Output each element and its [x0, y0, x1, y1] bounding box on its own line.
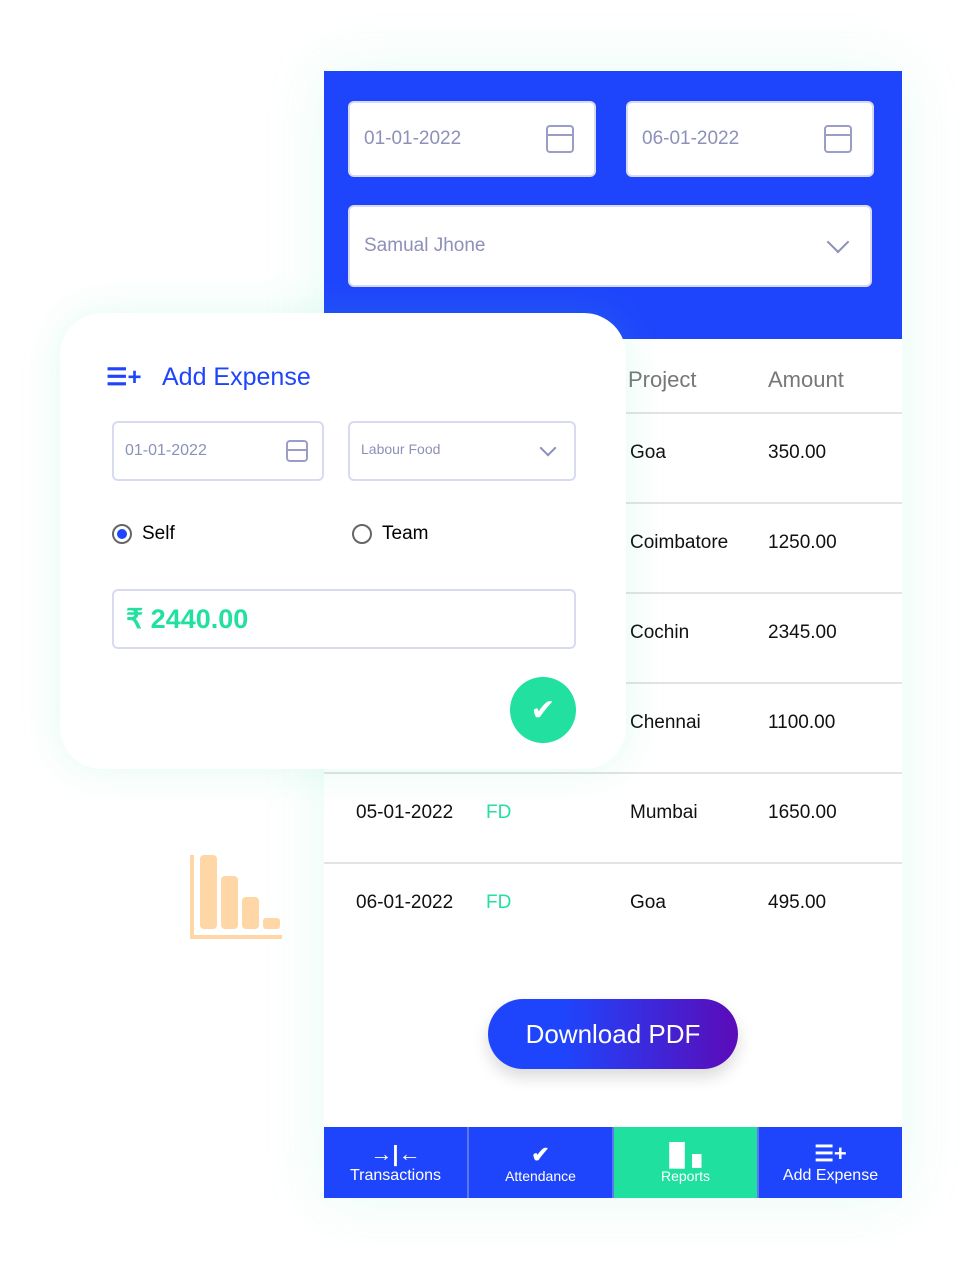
amount-input[interactable]: ₹ 2440.00	[112, 589, 576, 649]
nav-label: Attendance	[505, 1167, 576, 1184]
cell-amount: 1100.00	[768, 712, 836, 733]
cell-amount: 1250.00	[768, 532, 837, 553]
radio-label: Self	[142, 523, 175, 544]
nav-reports[interactable]: ▐▌▖ Reports	[614, 1127, 759, 1198]
expense-date-value: 01-01-2022	[125, 442, 207, 459]
cell-amount: 2345.00	[768, 622, 837, 643]
submit-check-button[interactable]: ✔	[510, 677, 576, 743]
cell-type: FD	[486, 802, 512, 823]
employee-value: Samual Jhone	[364, 235, 486, 256]
cell-date: 05-01-2022	[356, 802, 454, 823]
calendar-icon[interactable]	[286, 440, 308, 462]
cell-date: 06-01-2022	[356, 892, 454, 913]
cell-amount: 350.00	[768, 442, 827, 463]
expense-date-field[interactable]: 01-01-2022	[112, 421, 324, 481]
cell-amount: 495.00	[768, 892, 827, 913]
radio-button[interactable]	[112, 524, 132, 544]
add-expense-card: ☰+ Add Expense 01-01-2022 Labour Food Se…	[60, 313, 626, 769]
filter-header: 01-01-2022 06-01-2022 Samual Jhone	[324, 71, 902, 339]
category-value: Labour Food	[361, 441, 441, 457]
amount-value: ₹ 2440.00	[126, 603, 249, 634]
table-row[interactable]: 06-01-2022 FD Goa 495.00	[324, 862, 902, 952]
bottom-nav: →|← Transactions ✔ Attendance ▐▌▖ Reports ☰…	[324, 1127, 902, 1198]
cell-project: Chennai	[630, 712, 701, 733]
nav-label: Reports	[660, 1167, 711, 1184]
from-date-field[interactable]: 01-01-2022	[348, 101, 596, 177]
table-row[interactable]: 05-01-2022 FD Mumbai 1650.00	[324, 772, 902, 862]
check-icon: ✔	[531, 1141, 550, 1167]
radio-button[interactable]	[352, 524, 372, 544]
header-amount: Amount	[768, 367, 844, 392]
radio-team[interactable]: Team	[352, 523, 428, 545]
employee-select[interactable]: Samual Jhone	[348, 205, 872, 287]
card-title: ☰+ Add Expense	[106, 363, 311, 392]
add-expense-title: Add Expense	[162, 363, 311, 391]
add-list-icon: ☰+	[106, 364, 142, 391]
nav-transactions[interactable]: →|← Transactions	[324, 1127, 469, 1198]
nav-attendance[interactable]: ✔ Attendance	[469, 1127, 614, 1198]
bar-chart-icon: ▐▌▖	[661, 1141, 710, 1167]
to-date-value: 06-01-2022	[642, 128, 740, 149]
chevron-down-icon	[539, 439, 557, 457]
from-date-value: 01-01-2022	[364, 128, 462, 149]
category-select[interactable]: Labour Food	[348, 421, 576, 481]
cell-amount: 1650.00	[768, 802, 837, 823]
nav-label: Transactions	[350, 1166, 441, 1184]
cell-project: Goa	[630, 442, 666, 463]
radio-label: Team	[382, 523, 429, 544]
to-date-field[interactable]: 06-01-2022	[626, 101, 874, 177]
cell-project: Coimbatore	[630, 532, 729, 553]
transactions-icon: →|←	[370, 1140, 421, 1166]
chevron-down-icon	[826, 230, 850, 254]
nav-label: Add Expense	[782, 1166, 879, 1184]
radio-self[interactable]: Self	[112, 523, 175, 545]
bar-chart-decoration-icon	[190, 855, 282, 939]
calendar-icon[interactable]	[546, 125, 574, 153]
calendar-icon[interactable]	[824, 125, 852, 153]
cell-project: Goa	[630, 892, 666, 913]
cell-project: Cochin	[630, 622, 690, 643]
cell-project: Mumbai	[630, 802, 698, 823]
add-list-icon: ☰+	[814, 1140, 847, 1166]
nav-add-expense[interactable]: ☰+ Add Expense	[759, 1127, 902, 1198]
cell-type: FD	[486, 892, 512, 913]
header-project: Project	[628, 367, 697, 392]
download-pdf-button[interactable]: Download PDF	[488, 999, 738, 1069]
